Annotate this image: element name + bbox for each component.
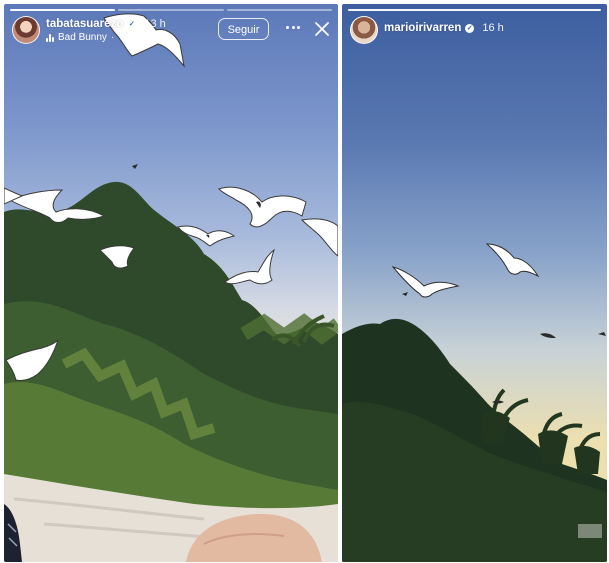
seagulls-over-trees-scene	[4, 13, 338, 562]
story-header: marioirivarren ✓ 16 h	[350, 16, 504, 44]
story-progress-bar	[10, 9, 332, 11]
verified-badge-icon: ✓	[465, 23, 475, 33]
seagulls-over-trees-scene	[342, 243, 607, 562]
close-icon[interactable]	[314, 21, 330, 37]
avatar[interactable]	[12, 16, 40, 44]
music-song: TURiSTA	[118, 32, 160, 43]
post-time: 13 h	[144, 18, 166, 30]
story-photo	[4, 4, 338, 562]
story-meta: tabatasuarezo ✓ 13 h Bad Bunny · TURiSTA…	[46, 16, 167, 43]
story-header: tabatasuarezo ✓ 13 h Bad Bunny · TURiSTA…	[12, 16, 167, 44]
music-separator: ·	[110, 32, 115, 43]
story-meta: marioirivarren ✓ 16 h	[384, 16, 504, 34]
story-progress-bar	[348, 9, 601, 11]
progress-segment	[118, 9, 224, 11]
progress-segment	[10, 9, 116, 11]
username[interactable]: marioirivarren	[384, 22, 461, 34]
chevron-right-icon: ›	[163, 32, 168, 43]
more-options-icon[interactable]	[286, 26, 300, 29]
progress-segment	[226, 9, 332, 11]
music-icon	[46, 33, 54, 42]
verified-badge-icon: ✓	[127, 19, 137, 29]
username[interactable]: tabatasuarezo	[46, 18, 123, 30]
story-photo	[342, 4, 607, 562]
story-panel-left[interactable]: tabatasuarezo ✓ 13 h Bad Bunny · TURiSTA…	[4, 4, 338, 562]
music-artist: Bad Bunny	[58, 32, 107, 43]
story-panel-right[interactable]: marioirivarren ✓ 16 h	[342, 4, 607, 562]
progress-segment	[348, 9, 601, 11]
follow-button[interactable]: Seguir	[218, 18, 269, 40]
music-sticker[interactable]: Bad Bunny · TURiSTA ›	[46, 32, 167, 43]
post-time: 16 h	[482, 22, 504, 34]
avatar[interactable]	[350, 16, 378, 44]
